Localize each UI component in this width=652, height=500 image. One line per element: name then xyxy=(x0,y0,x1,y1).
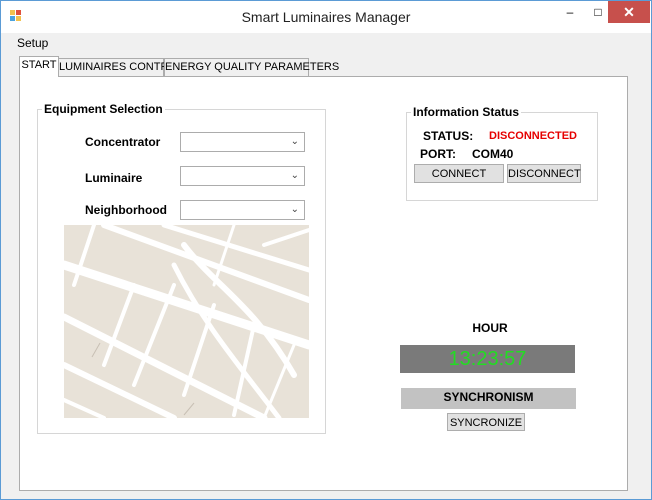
chevron-down-icon: ⌄ xyxy=(290,204,299,215)
window-title: Smart Luminaires Manager xyxy=(241,9,411,25)
status-value: DISCONNECTED xyxy=(489,130,578,142)
concentrator-label: Concentrator xyxy=(85,135,161,149)
maximize-icon: □ xyxy=(594,5,602,19)
app-window: Smart Luminaires Manager – □ ✕ Setup STA… xyxy=(0,0,652,500)
tab-energy-quality-parameters[interactable]: ENERGY QUALITY PARAMETERS xyxy=(164,58,339,76)
port-label: PORT: xyxy=(420,147,456,161)
close-button[interactable]: ✕ xyxy=(608,1,650,23)
menu-setup[interactable]: Setup xyxy=(17,36,48,50)
port-value: COM40 xyxy=(472,147,514,161)
minimize-button[interactable]: – xyxy=(557,1,583,23)
menu-bar: Setup xyxy=(1,33,651,53)
hour-label: HOUR xyxy=(472,321,508,335)
tab-start[interactable]: START xyxy=(19,56,59,77)
title-bar[interactable]: Smart Luminaires Manager – □ ✕ xyxy=(1,1,651,33)
tab-luminaires-control[interactable]: LUMINAIRES CONTROL xyxy=(58,58,183,76)
luminaire-label: Luminaire xyxy=(85,171,143,185)
chevron-down-icon: ⌄ xyxy=(290,136,299,147)
minimize-icon: – xyxy=(566,5,574,19)
street-map xyxy=(64,225,309,418)
synchronize-button[interactable]: SYNCRONIZE xyxy=(447,413,525,431)
status-label: STATUS: xyxy=(423,129,474,143)
neighborhood-label: Neighborhood xyxy=(85,203,167,217)
luminaire-dropdown[interactable]: ⌄ xyxy=(180,166,305,186)
concentrator-dropdown[interactable]: ⌄ xyxy=(180,132,305,152)
start-tab-panel: Equipment Selection Concentrator ⌄ Lumin… xyxy=(19,76,628,491)
neighborhood-map[interactable] xyxy=(64,225,309,418)
information-status-title: Information Status xyxy=(413,105,520,119)
connect-button[interactable]: CONNECT xyxy=(414,164,504,183)
synchronism-label: SYNCHRONISM xyxy=(401,388,576,409)
equipment-selection-title: Equipment Selection xyxy=(44,102,163,116)
close-icon: ✕ xyxy=(623,3,635,20)
neighborhood-dropdown[interactable]: ⌄ xyxy=(180,200,305,220)
disconnect-button[interactable]: DISCONNECT xyxy=(507,164,581,183)
clock-display: 13:23:57 xyxy=(400,345,575,373)
chevron-down-icon: ⌄ xyxy=(290,170,299,181)
